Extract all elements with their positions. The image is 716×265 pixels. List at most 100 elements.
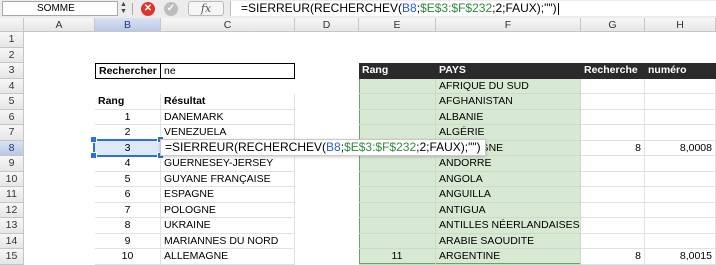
table-recherche-cell[interactable] <box>581 109 645 125</box>
row-header-1[interactable]: 1 <box>0 32 24 48</box>
table-pays-cell[interactable]: ANGUILLA <box>436 187 581 203</box>
table-numero-cell[interactable] <box>645 187 716 203</box>
column-header-c[interactable]: C <box>161 18 295 32</box>
table-rang-cell[interactable] <box>359 94 436 110</box>
row-header-11[interactable]: 11 <box>0 187 24 203</box>
cell-selection[interactable] <box>93 139 163 157</box>
table-pays-cell[interactable]: AFRIQUE DU SUD <box>436 78 581 94</box>
column-header-d[interactable]: D <box>295 18 359 32</box>
table-header-numero[interactable]: numéro <box>645 63 716 79</box>
result-cell[interactable]: GUYANE FRANÇAISE <box>161 171 295 187</box>
result-cell[interactable]: UKRAINE <box>161 218 295 234</box>
result-cell[interactable]: ESPAGNE <box>161 187 295 203</box>
rang-cell[interactable]: 10 <box>95 249 161 265</box>
table-header-pays[interactable]: PAYS <box>436 63 581 79</box>
row-header-4[interactable]: 4 <box>0 78 24 94</box>
table-recherche-cell[interactable] <box>581 78 645 94</box>
search-input[interactable]: ne <box>161 63 295 79</box>
table-pays-cell[interactable]: ANDORRE <box>436 156 581 172</box>
table-numero-cell[interactable] <box>645 233 716 249</box>
table-pays-cell[interactable]: ANGOLA <box>436 171 581 187</box>
table-rang-cell[interactable] <box>359 78 436 94</box>
row-header-13[interactable]: 13 <box>0 218 24 234</box>
selection-handle[interactable] <box>90 136 97 143</box>
table-recherche-cell[interactable] <box>581 218 645 234</box>
table-recherche-cell[interactable]: 8 <box>581 249 645 265</box>
row-header-7[interactable]: 7 <box>0 125 24 141</box>
result-cell[interactable]: DANEMARK <box>161 109 295 125</box>
table-rang-cell[interactable] <box>359 202 436 218</box>
formula-bar: SOMME ▲ ▼ ✕ ✓ fx =SIERREUR(RECHERCHEV(B8;… <box>0 0 716 19</box>
table-numero-cell[interactable] <box>645 109 716 125</box>
table-numero-cell[interactable] <box>645 156 716 172</box>
result-cell[interactable]: MARIANNES DU NORD <box>161 233 295 249</box>
table-numero-cell[interactable] <box>645 94 716 110</box>
column-header-g[interactable]: G <box>581 18 645 32</box>
table-recherche-cell[interactable] <box>581 171 645 187</box>
table-numero-cell[interactable] <box>645 125 716 141</box>
table-recherche-cell[interactable]: 8 <box>581 140 645 156</box>
table-recherche-cell[interactable] <box>581 187 645 203</box>
table-pays-cell[interactable]: ANTILLES NÉERLANDAISES <box>436 218 581 234</box>
table-recherche-cell[interactable] <box>581 202 645 218</box>
table-pays-cell[interactable]: AFGHANISTAN <box>436 94 581 110</box>
table-pays-cell[interactable]: ANTIGUA <box>436 202 581 218</box>
row-header-3[interactable]: 3 <box>0 63 24 79</box>
column-header-b[interactable]: B <box>95 18 161 32</box>
table-rang-cell[interactable]: 11 <box>359 249 436 265</box>
table-pays-cell[interactable]: ARABIE SAOUDITE <box>436 233 581 249</box>
result-cell[interactable]: POLOGNE <box>161 202 295 218</box>
row-header-5[interactable]: 5 <box>0 94 24 110</box>
table-numero-cell[interactable]: 8,0015 <box>645 249 716 265</box>
rang-cell[interactable]: 8 <box>95 218 161 234</box>
table-recherche-cell[interactable] <box>581 94 645 110</box>
rang-cell[interactable]: 5 <box>95 171 161 187</box>
table-numero-cell[interactable] <box>645 218 716 234</box>
table-numero-cell[interactable]: 8,0008 <box>645 140 716 156</box>
table-pays-cell[interactable]: ARGENTINE <box>436 249 581 265</box>
name-box[interactable]: SOMME <box>2 1 118 16</box>
table-numero-cell[interactable] <box>645 78 716 94</box>
row-header-6[interactable]: 6 <box>0 109 24 125</box>
table-rang-cell[interactable] <box>359 109 436 125</box>
table-rang-cell[interactable] <box>359 156 436 172</box>
select-all-corner[interactable] <box>0 18 24 32</box>
table-rang-cell[interactable] <box>359 171 436 187</box>
column-header-e[interactable]: E <box>359 18 436 32</box>
table-rang-cell[interactable] <box>359 187 436 203</box>
rang-cell[interactable]: 4 <box>95 156 161 172</box>
rang-cell[interactable]: 1 <box>95 109 161 125</box>
rang-cell[interactable]: 6 <box>95 187 161 203</box>
table-pays-cell[interactable]: ALBANIE <box>436 109 581 125</box>
table-numero-cell[interactable] <box>645 171 716 187</box>
insert-function-button[interactable]: fx <box>188 1 224 16</box>
cancel-icon[interactable]: ✕ <box>141 2 155 16</box>
result-cell[interactable]: ALLEMAGNE <box>161 249 295 265</box>
formula-input[interactable]: =SIERREUR(RECHERCHEV(B8;$E$3:$F$232;2;FA… <box>230 1 716 16</box>
table-recherche-cell[interactable] <box>581 233 645 249</box>
table-numero-cell[interactable] <box>645 202 716 218</box>
rang-cell[interactable]: 9 <box>95 233 161 249</box>
row-header-9[interactable]: 9 <box>0 156 24 172</box>
row-header-15[interactable]: 15 <box>0 249 24 265</box>
table-header-rang[interactable]: Rang <box>359 63 436 79</box>
selection-handle[interactable] <box>90 152 97 159</box>
result-cell[interactable]: GUERNESEY-JERSEY <box>161 156 295 172</box>
row-header-2[interactable]: 2 <box>0 47 24 63</box>
row-header-14[interactable]: 14 <box>0 233 24 249</box>
in-cell-formula-editor[interactable]: =SIERREUR(RECHERCHEV(B8;$E$3:$F$232;2;FA… <box>160 139 486 156</box>
confirm-icon[interactable]: ✓ <box>164 2 178 16</box>
table-recherche-cell[interactable] <box>581 125 645 141</box>
row-header-10[interactable]: 10 <box>0 171 24 187</box>
rang-cell[interactable]: 7 <box>95 202 161 218</box>
row-header-8[interactable]: 8 <box>0 140 24 156</box>
table-recherche-cell[interactable] <box>581 156 645 172</box>
column-header-a[interactable]: A <box>24 18 95 32</box>
table-header-recherche[interactable]: Recherche <box>581 63 645 79</box>
table-rang-cell[interactable] <box>359 218 436 234</box>
column-header-h[interactable]: H <box>645 18 716 32</box>
column-header-f[interactable]: F <box>436 18 581 32</box>
table-rang-cell[interactable] <box>359 233 436 249</box>
row-header-12[interactable]: 12 <box>0 202 24 218</box>
name-box-stepper-icon[interactable]: ▲ ▼ <box>119 1 128 16</box>
